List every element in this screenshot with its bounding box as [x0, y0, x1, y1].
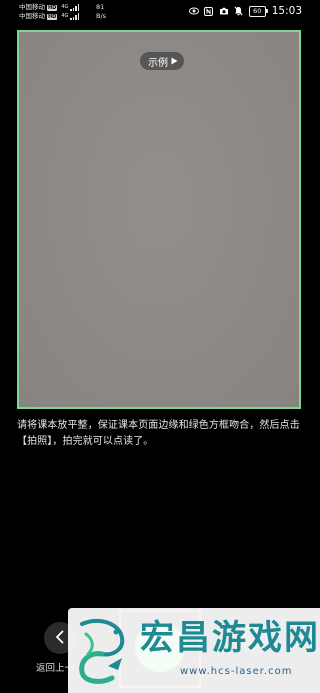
network-type-1: 4G	[61, 4, 69, 10]
camera-viewfinder[interactable]: 示例	[17, 30, 301, 409]
network-speed-unit: B/s	[96, 12, 107, 20]
signal-strength-icon	[70, 13, 80, 20]
camera-icon	[219, 6, 229, 16]
instruction-text: 请将课本放平整，保证课本页面边缘和绿色方框吻合，然后点击【拍照】，拍完就可以点读…	[17, 420, 300, 447]
carrier-name-1: 中国移动	[19, 3, 45, 11]
carrier-row-1: 中国移动 HD 4G	[19, 3, 80, 12]
carrier-info: 中国移动 HD 4G 中国移动 HD 4G	[19, 3, 80, 21]
status-bar: 中国移动 HD 4G 中国移动 HD 4G 81 B/s 60 15:03	[0, 0, 320, 26]
carrier-name-2: 中国移动	[19, 12, 45, 20]
network-type-2: 4G	[61, 13, 69, 19]
signal-strength-icon	[70, 4, 80, 11]
eye-icon	[188, 6, 199, 16]
nfc-icon	[204, 6, 214, 16]
mute-bell-icon	[234, 6, 244, 16]
play-icon	[171, 57, 178, 65]
hd-badge-1: HD	[47, 4, 58, 11]
network-speed: 81 B/s	[96, 3, 106, 21]
clock: 15:03	[271, 5, 302, 17]
network-speed-value: 81	[96, 3, 105, 11]
battery-indicator: 60	[248, 5, 268, 17]
chevron-left-icon	[55, 629, 65, 648]
watermark-title: 宏昌游戏网	[140, 618, 320, 658]
sample-button[interactable]: 示例	[140, 52, 184, 70]
watermark-overlay: 宏昌游戏网 www.hcs-laser.com	[68, 608, 320, 693]
carrier-row-2: 中国移动 HD 4G	[19, 12, 80, 21]
hd-badge-2: HD	[47, 13, 58, 20]
sample-label: 示例	[148, 57, 168, 69]
watermark-url: www.hcs-laser.com	[180, 666, 293, 677]
dragon-logo-icon	[72, 614, 130, 686]
status-icons: 60 15:03	[188, 5, 302, 17]
